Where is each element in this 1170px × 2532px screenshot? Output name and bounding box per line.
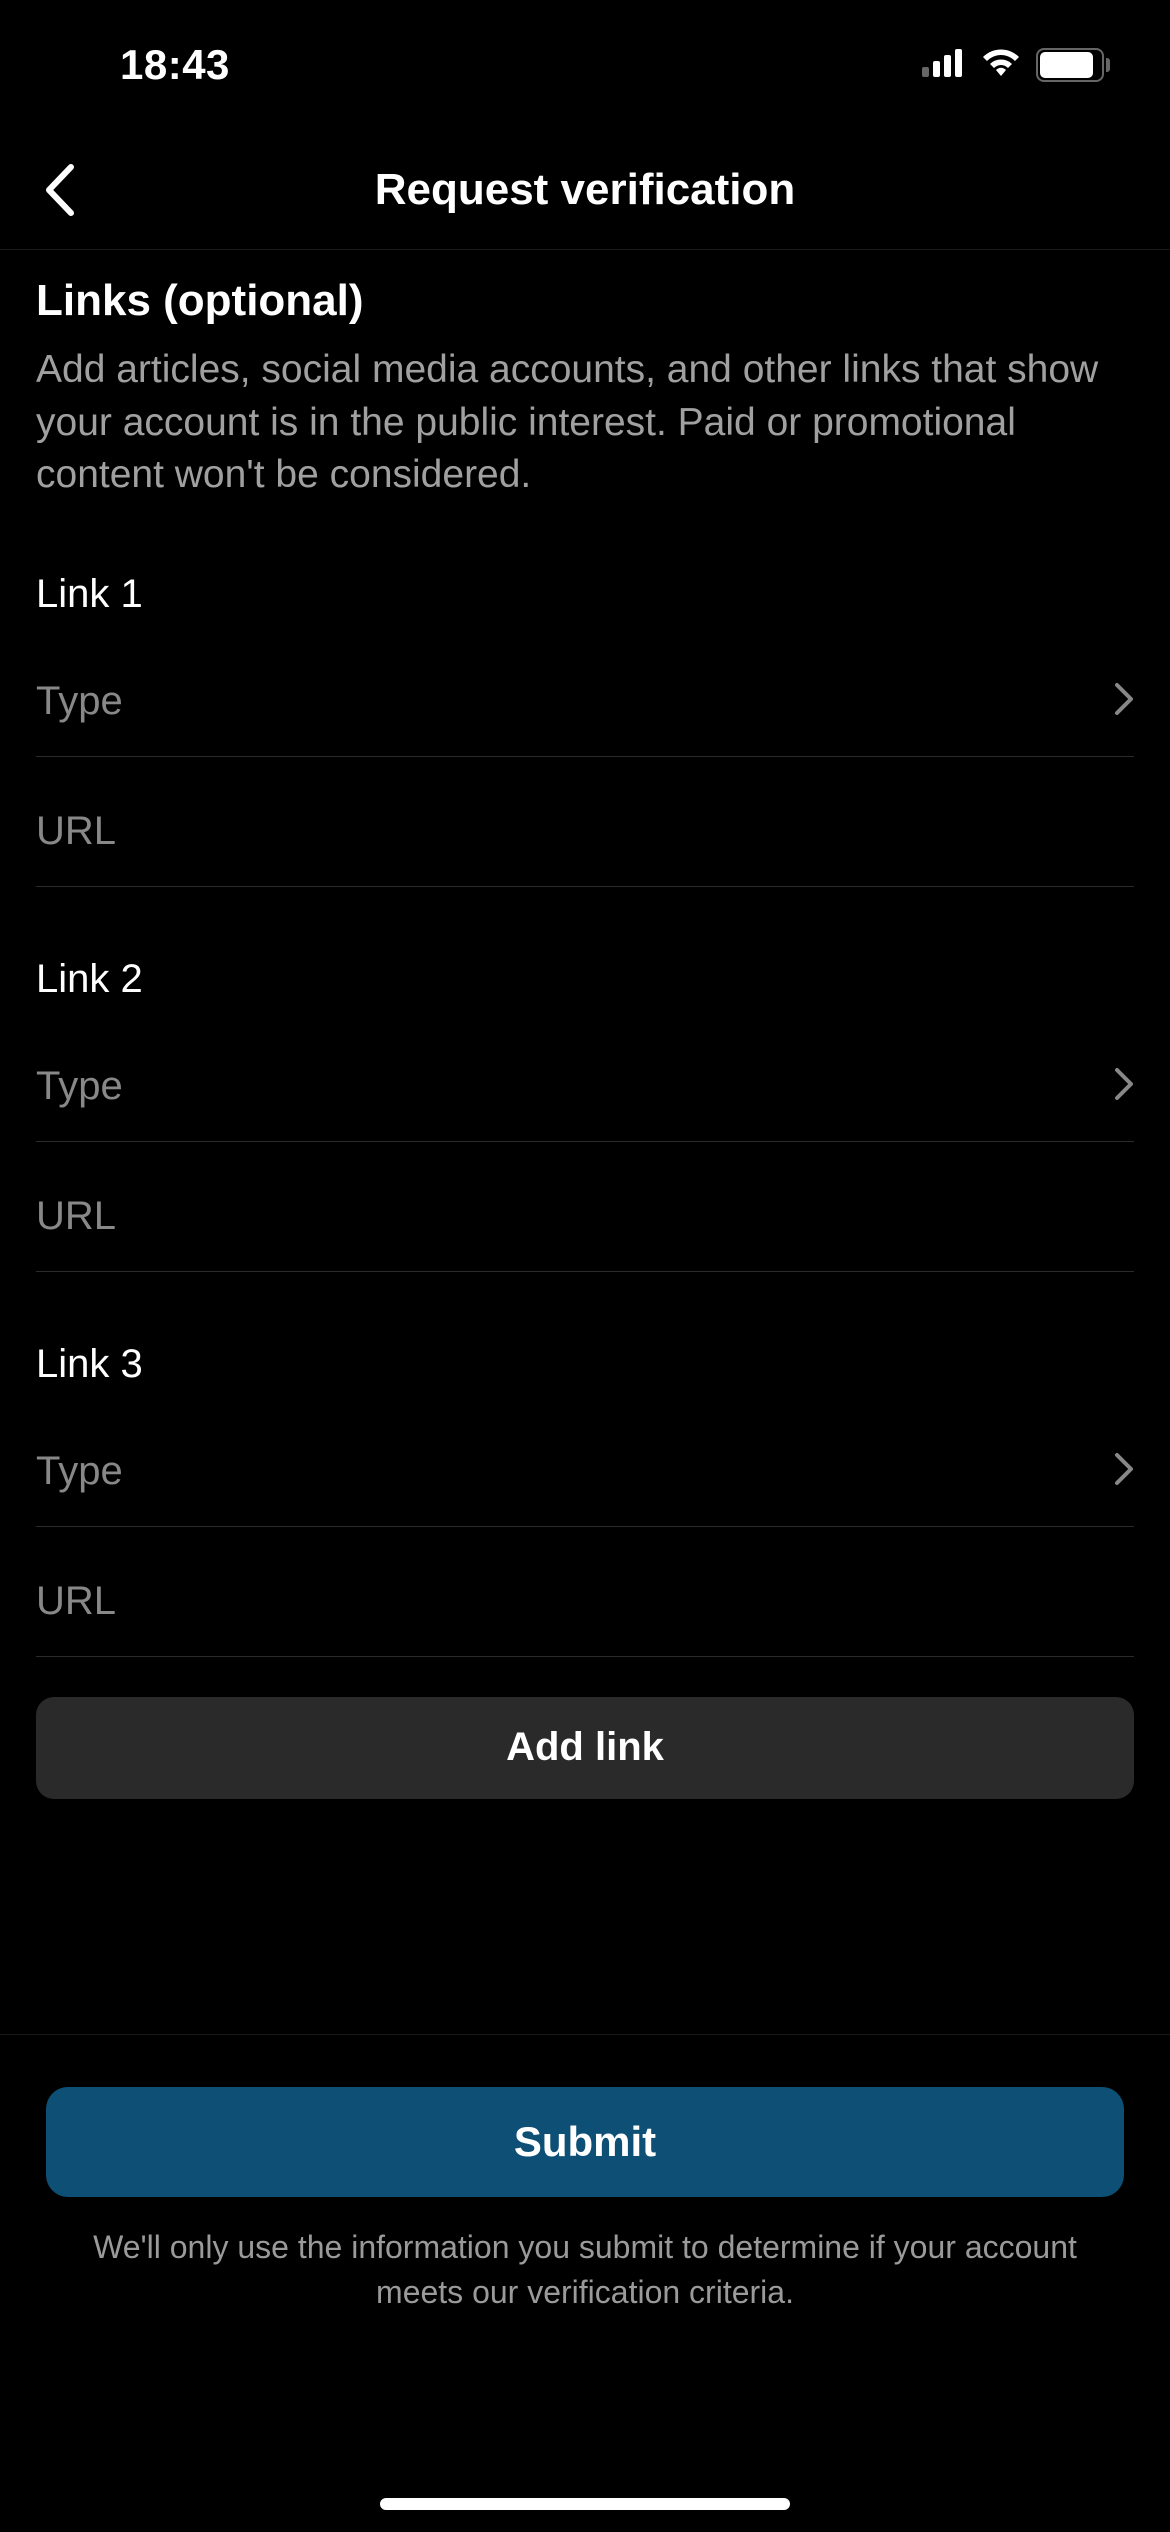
link-2-label: Link 2 [36,957,1134,1002]
main-content: Links (optional) Add articles, social me… [0,276,1170,1799]
back-button[interactable] [30,160,90,220]
link-2-url-placeholder: URL [36,1194,116,1239]
chevron-right-icon [1114,1067,1134,1106]
link-2-url-row[interactable]: URL [36,1162,1134,1272]
wifi-icon [980,48,1022,83]
link-1-url-placeholder: URL [36,809,116,854]
section-description: Add articles, social media accounts, and… [36,344,1134,502]
section-title: Links (optional) [36,276,1134,326]
link-group-1: Link 1 Type URL [36,572,1134,887]
submit-button[interactable]: Submit [46,2087,1124,2197]
link-3-url-placeholder: URL [36,1579,116,1624]
cellular-signal-icon [922,49,966,82]
footer-note: We'll only use the information you submi… [46,2225,1124,2315]
link-3-type-placeholder: Type [36,1449,123,1494]
link-2-type-placeholder: Type [36,1064,123,1109]
home-indicator[interactable] [380,2498,790,2510]
link-1-label: Link 1 [36,572,1134,617]
submit-label: Submit [514,2118,656,2166]
page-title: Request verification [375,165,796,215]
status-time: 18:43 [120,41,230,89]
link-2-type-row[interactable]: Type [36,1032,1134,1142]
link-1-url-row[interactable]: URL [36,777,1134,887]
link-1-type-row[interactable]: Type [36,647,1134,757]
status-bar: 18:43 83 [0,0,1170,130]
nav-header: Request verification [0,130,1170,250]
link-3-label: Link 3 [36,1342,1134,1387]
link-3-url-row[interactable]: URL [36,1547,1134,1657]
add-link-button[interactable]: Add link [36,1697,1134,1799]
link-1-type-placeholder: Type [36,679,123,724]
chevron-right-icon [1114,1452,1134,1491]
footer-section: Submit We'll only use the information yo… [0,2034,1170,2315]
status-icons: 83 [922,48,1110,83]
link-3-type-row[interactable]: Type [36,1417,1134,1527]
link-group-3: Link 3 Type URL [36,1342,1134,1657]
battery-icon: 83 [1036,48,1110,82]
link-group-2: Link 2 Type URL [36,957,1134,1272]
chevron-right-icon [1114,682,1134,721]
add-link-label: Add link [506,1725,664,1770]
chevron-left-icon [43,163,77,217]
battery-level: 83 [1057,51,1084,79]
